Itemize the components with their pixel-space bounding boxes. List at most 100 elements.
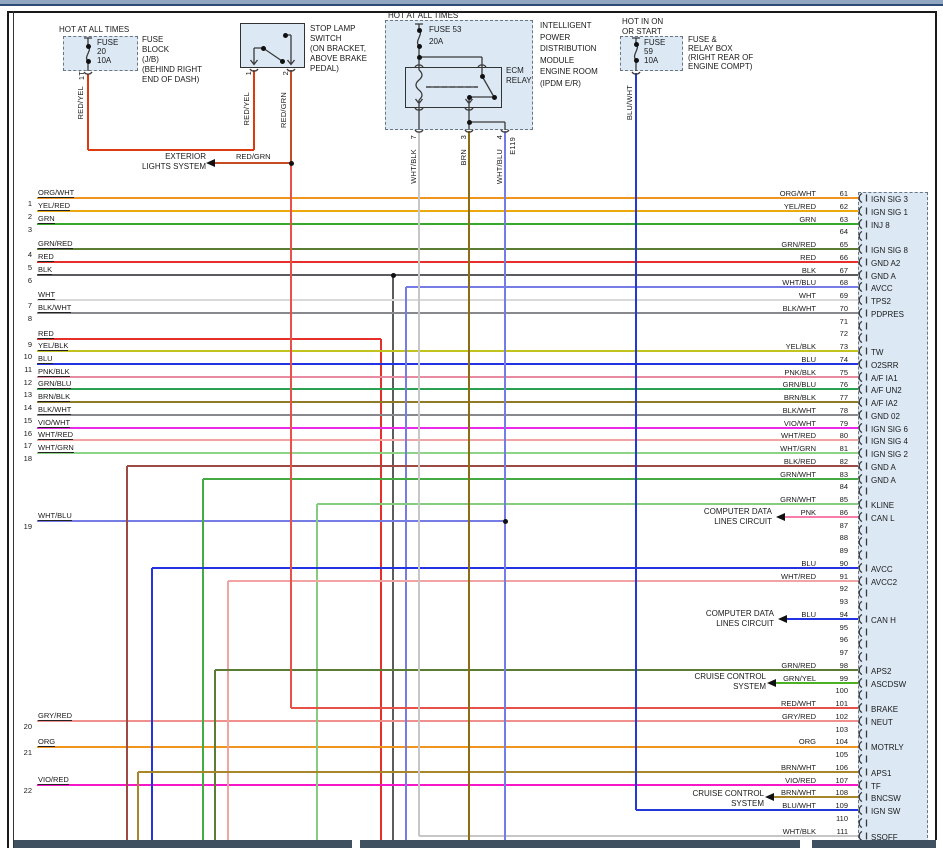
wire-yel-blk	[37, 350, 858, 352]
pin-wire-label: YEL/RED	[744, 202, 816, 211]
stop-lamp-label: STOP LAMP	[310, 24, 356, 34]
row-wire-label: VIO/RED	[38, 775, 69, 785]
fuse53-amps: 20A	[429, 37, 443, 47]
fuse-block-label: END OF DASH)	[142, 75, 199, 85]
pin-number: 86	[818, 508, 848, 517]
pin-number: 82	[818, 457, 848, 466]
pin-wire-label: GRN/BLU	[744, 380, 816, 389]
pin-signal-label: CAN H	[871, 616, 896, 625]
wire-yel-red	[37, 210, 858, 212]
pin-wire-label: WHT/RED	[744, 431, 816, 440]
pin-number: 68	[818, 278, 848, 287]
pin-number: 62	[818, 202, 848, 211]
pin-number: 64	[818, 227, 848, 236]
row-wire-label: ORG	[38, 737, 55, 747]
wire-org	[37, 746, 858, 748]
wire-brn-blk	[37, 401, 858, 403]
row-wire-label: GRY/RED	[38, 711, 72, 721]
pin-number: 76	[818, 380, 848, 389]
row-wire-label: YEL/RED	[38, 201, 70, 211]
pin-number: 74	[818, 355, 848, 364]
row-wire-label: VIO/WHT	[38, 418, 70, 428]
row-wire-label: GRN/RED	[38, 239, 73, 249]
row-number: 17	[16, 441, 32, 450]
pin-signal-label: APS1	[871, 769, 891, 778]
junction-dot	[391, 273, 396, 278]
pin-wire-label: GRN/RED	[744, 661, 816, 670]
pin-wire-label: BLU	[744, 559, 816, 568]
pin-number: 85	[818, 495, 848, 504]
ipdm-pin3: 3	[459, 135, 468, 139]
pin-number: 103	[818, 725, 848, 734]
wire-red	[37, 261, 858, 263]
wire-grn-blu	[37, 388, 858, 390]
row-number: 22	[16, 786, 32, 795]
stop-lamp-label: (ON BRACKET,	[310, 44, 366, 54]
pin-signal-label: GND A	[871, 272, 896, 281]
hot-in-on-label: HOT IN ON	[622, 17, 663, 27]
pin-number: 73	[818, 342, 848, 351]
pin-number: 69	[818, 291, 848, 300]
pin-signal-label: CAN L	[871, 514, 895, 523]
junction-dot	[86, 44, 91, 49]
annotation-line: SYSTEM	[733, 682, 766, 691]
wire-label-red-grn: RED/GRN	[279, 92, 288, 128]
pin-number: 91	[818, 572, 848, 581]
row-number: 18	[16, 454, 32, 463]
pin-number: 61	[818, 189, 848, 198]
stop-lamp-label: PEDAL)	[310, 64, 339, 74]
pin-signal-label: MOTRLY	[871, 743, 904, 752]
wire-blu	[151, 568, 153, 845]
ipdm-pin4: 4	[495, 135, 504, 139]
pin-wire-label: YEL/BLK	[744, 342, 816, 351]
pin-number: 70	[818, 304, 848, 313]
pin-signal-label: A/F IA2	[871, 399, 898, 408]
wire-wht-blu	[504, 131, 506, 845]
row-number: 1	[16, 199, 32, 208]
junction-dot	[417, 28, 422, 33]
wire-blk	[37, 274, 858, 276]
pin-signal-label: GND 02	[871, 412, 900, 421]
annotation-line: EXTERIOR	[165, 152, 206, 161]
ipdm-label: ENGINE ROOM	[540, 67, 598, 77]
pin-wire-label: BLU/WHT	[744, 801, 816, 810]
pin-signal-label: AVCC	[871, 284, 893, 293]
wire-wht-blu	[37, 520, 505, 522]
ecm-relay-label: ECM	[506, 66, 524, 76]
row-wire-label: WHT	[38, 290, 55, 300]
junction-dot	[634, 42, 639, 47]
pin-signal-label: KLINE	[871, 501, 894, 510]
pin-wire-label: GRN/RED	[744, 240, 816, 249]
pin-wire-label: WHT/BLK	[744, 827, 816, 836]
fuse-block-label: BLOCK	[142, 45, 169, 55]
hot-in-on-label: OR START	[622, 27, 662, 37]
page-border-left-inner	[13, 11, 14, 848]
wire-wht-red	[227, 581, 229, 845]
pin-number: 94	[818, 610, 848, 619]
annotation-line: LIGHTS SYSTEM	[142, 162, 206, 171]
arrow-left-icon	[765, 793, 774, 801]
pin-number: 107	[818, 776, 848, 785]
junction-dot	[280, 59, 285, 64]
ipdm-label: (IPDM E/R)	[540, 79, 581, 89]
wire-org-wht	[37, 197, 858, 199]
pin-number: 88	[818, 533, 848, 542]
row-wire-label: WHT/RED	[38, 430, 73, 440]
row-number: 10	[16, 352, 32, 361]
pin-number: 63	[818, 215, 848, 224]
pin-signal-label: INJ 8	[871, 221, 890, 230]
ipdm-label: DISTRIBUTION	[540, 44, 596, 54]
pin-signal-label: O2SRR	[871, 361, 899, 370]
page-border-right	[935, 11, 937, 840]
wire-brn	[468, 131, 470, 845]
row-wire-label: PNK/BLK	[38, 367, 70, 377]
row-wire-label: RED	[38, 329, 54, 339]
pin-wire-label: BRN/WHT	[744, 788, 816, 797]
pin-wire-label: BLK/WHT	[744, 406, 816, 415]
junction-dot	[283, 33, 288, 38]
junction-dot	[480, 74, 485, 79]
row-wire-label: BLK/WHT	[38, 303, 71, 313]
wire-label-red-grn-branch: RED/GRN	[236, 152, 271, 162]
row-number: 8	[16, 314, 32, 323]
stop-lamp-switch-box	[240, 23, 305, 68]
